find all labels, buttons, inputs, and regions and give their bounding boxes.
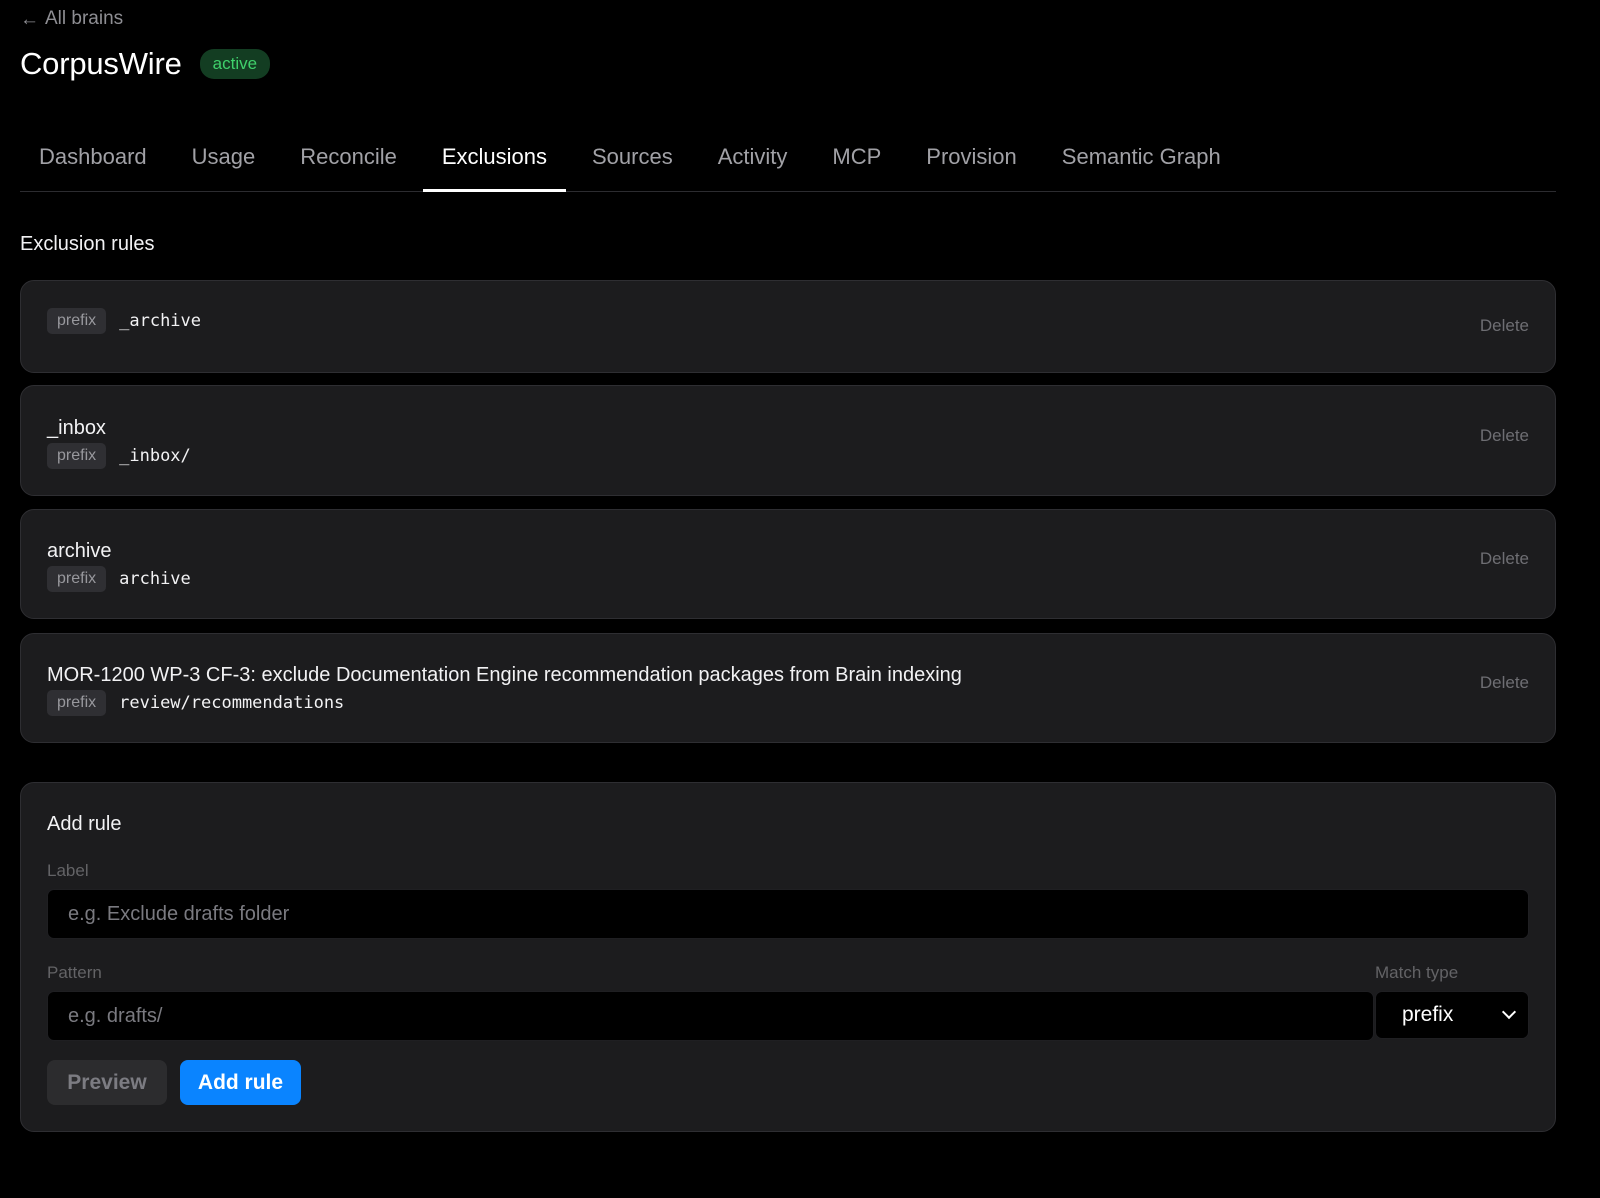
match-type-selected-value: prefix	[1402, 1003, 1454, 1026]
tab-mcp[interactable]: MCP	[813, 130, 900, 191]
rule-card: _inbox prefix _inbox/ Delete	[20, 385, 1556, 496]
label-input[interactable]	[47, 889, 1529, 939]
rule-pattern-row: prefix archive	[47, 566, 191, 592]
pattern-field-label: Pattern	[47, 963, 102, 982]
delete-rule-button[interactable]: Delete	[1480, 673, 1529, 693]
tab-provision[interactable]: Provision	[907, 130, 1035, 191]
brain-header: CorpusWire active	[20, 46, 271, 82]
add-rule-button[interactable]: Add rule	[180, 1060, 301, 1105]
rule-pattern: archive	[119, 569, 191, 589]
rule-pattern: _archive	[119, 311, 202, 331]
page-title: CorpusWire	[20, 46, 182, 81]
match-type-chip: prefix	[47, 566, 107, 592]
arrow-left-icon: ←	[20, 8, 39, 30]
rule-pattern: review/recommendations	[119, 693, 345, 713]
rule-pattern-row: prefix review/recommendations	[47, 690, 344, 716]
pattern-input[interactable]	[47, 991, 1374, 1041]
rule-card: prefix _archive Delete	[20, 280, 1556, 373]
tab-sources[interactable]: Sources	[573, 130, 692, 191]
exclusion-rules-heading: Exclusion rules	[20, 233, 155, 255]
rule-label: _inbox	[47, 417, 106, 439]
match-type-chip: prefix	[47, 308, 107, 334]
tab-reconcile[interactable]: Reconcile	[281, 130, 416, 191]
status-badge: active	[199, 49, 271, 79]
match-type-field-label: Match type	[1375, 963, 1459, 982]
rule-label: MOR-1200 WP-3 CF-3: exclude Documentatio…	[47, 664, 962, 686]
tab-semantic-graph[interactable]: Semantic Graph	[1043, 130, 1240, 191]
add-rule-form: Add rule Label Pattern Match type prefix…	[20, 782, 1556, 1132]
rule-pattern-row: prefix _inbox/	[47, 443, 191, 469]
rule-card: MOR-1200 WP-3 CF-3: exclude Documentatio…	[20, 633, 1556, 743]
tab-usage[interactable]: Usage	[173, 130, 275, 191]
back-link-label: All brains	[45, 8, 124, 29]
preview-button[interactable]: Preview	[47, 1060, 167, 1105]
rule-pattern-row: prefix _archive	[47, 308, 201, 334]
back-to-all-brains-link[interactable]: ← All brains	[20, 8, 123, 30]
match-type-select[interactable]: prefix	[1375, 991, 1529, 1039]
exclusions-page: ← All brains CorpusWire active Dashboard…	[0, 0, 1600, 1198]
rule-pattern: _inbox/	[119, 446, 191, 466]
add-rule-heading: Add rule	[47, 813, 122, 835]
delete-rule-button[interactable]: Delete	[1480, 549, 1529, 569]
delete-rule-button[interactable]: Delete	[1480, 426, 1529, 446]
label-field-label: Label	[47, 861, 89, 880]
tab-activity[interactable]: Activity	[699, 130, 807, 191]
chevron-down-icon	[1501, 1004, 1517, 1020]
rule-label: archive	[47, 540, 112, 562]
match-type-chip: prefix	[47, 443, 107, 469]
match-type-chip: prefix	[47, 690, 107, 716]
delete-rule-button[interactable]: Delete	[1480, 316, 1529, 336]
tab-bar: Dashboard Usage Reconcile Exclusions Sou…	[20, 130, 1556, 192]
rule-card: archive prefix archive Delete	[20, 509, 1556, 619]
tab-exclusions[interactable]: Exclusions	[422, 130, 567, 192]
tab-dashboard[interactable]: Dashboard	[20, 130, 166, 191]
